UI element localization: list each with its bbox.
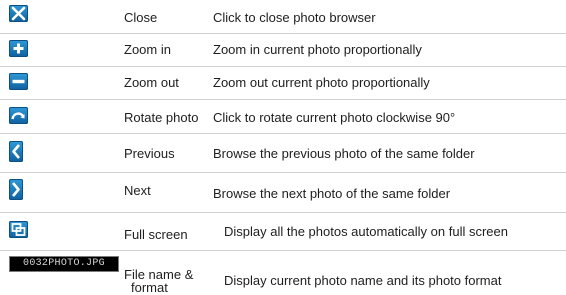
- zoom-out-label: Zoom out: [124, 75, 179, 90]
- divider: [0, 212, 566, 213]
- zoom-in-description: Zoom in current photo proportionally: [213, 42, 422, 57]
- divider: [0, 33, 566, 34]
- full-screen-icon: [9, 221, 28, 238]
- close-description: Click to close photo browser: [213, 10, 376, 25]
- next-icon: [9, 179, 23, 200]
- zoom-in-label: Zoom in: [124, 42, 171, 57]
- rotate-label: Rotate photo: [124, 110, 199, 125]
- next-label: Next: [124, 183, 151, 198]
- previous-icon: [9, 141, 23, 162]
- close-icon: [9, 5, 28, 22]
- full-screen-description: Display all the photos automatically on …: [224, 224, 508, 239]
- divider: [0, 250, 566, 251]
- previous-label: Previous: [124, 146, 175, 161]
- zoom-out-description: Zoom out current photo proportionally: [213, 75, 430, 90]
- full-screen-label: Full screen: [124, 227, 188, 242]
- zoom-in-icon: [9, 40, 28, 57]
- divider: [0, 99, 566, 100]
- close-label: Close: [124, 10, 158, 25]
- zoom-out-icon: [9, 73, 28, 90]
- divider: [0, 172, 566, 173]
- file-name-display: 0032PHOTO.JPG: [9, 256, 119, 272]
- divider: [0, 133, 566, 134]
- divider: [0, 66, 566, 67]
- rotate-description: Click to rotate current photo clockwise …: [213, 110, 456, 125]
- rotate-icon: [9, 107, 28, 124]
- previous-description: Browse the previous photo of the same fo…: [213, 146, 475, 161]
- file-name-description: Display current photo name and its photo…: [224, 273, 502, 288]
- file-name-label-line2: format: [131, 280, 168, 295]
- next-description: Browse the next photo of the same folder: [213, 186, 451, 201]
